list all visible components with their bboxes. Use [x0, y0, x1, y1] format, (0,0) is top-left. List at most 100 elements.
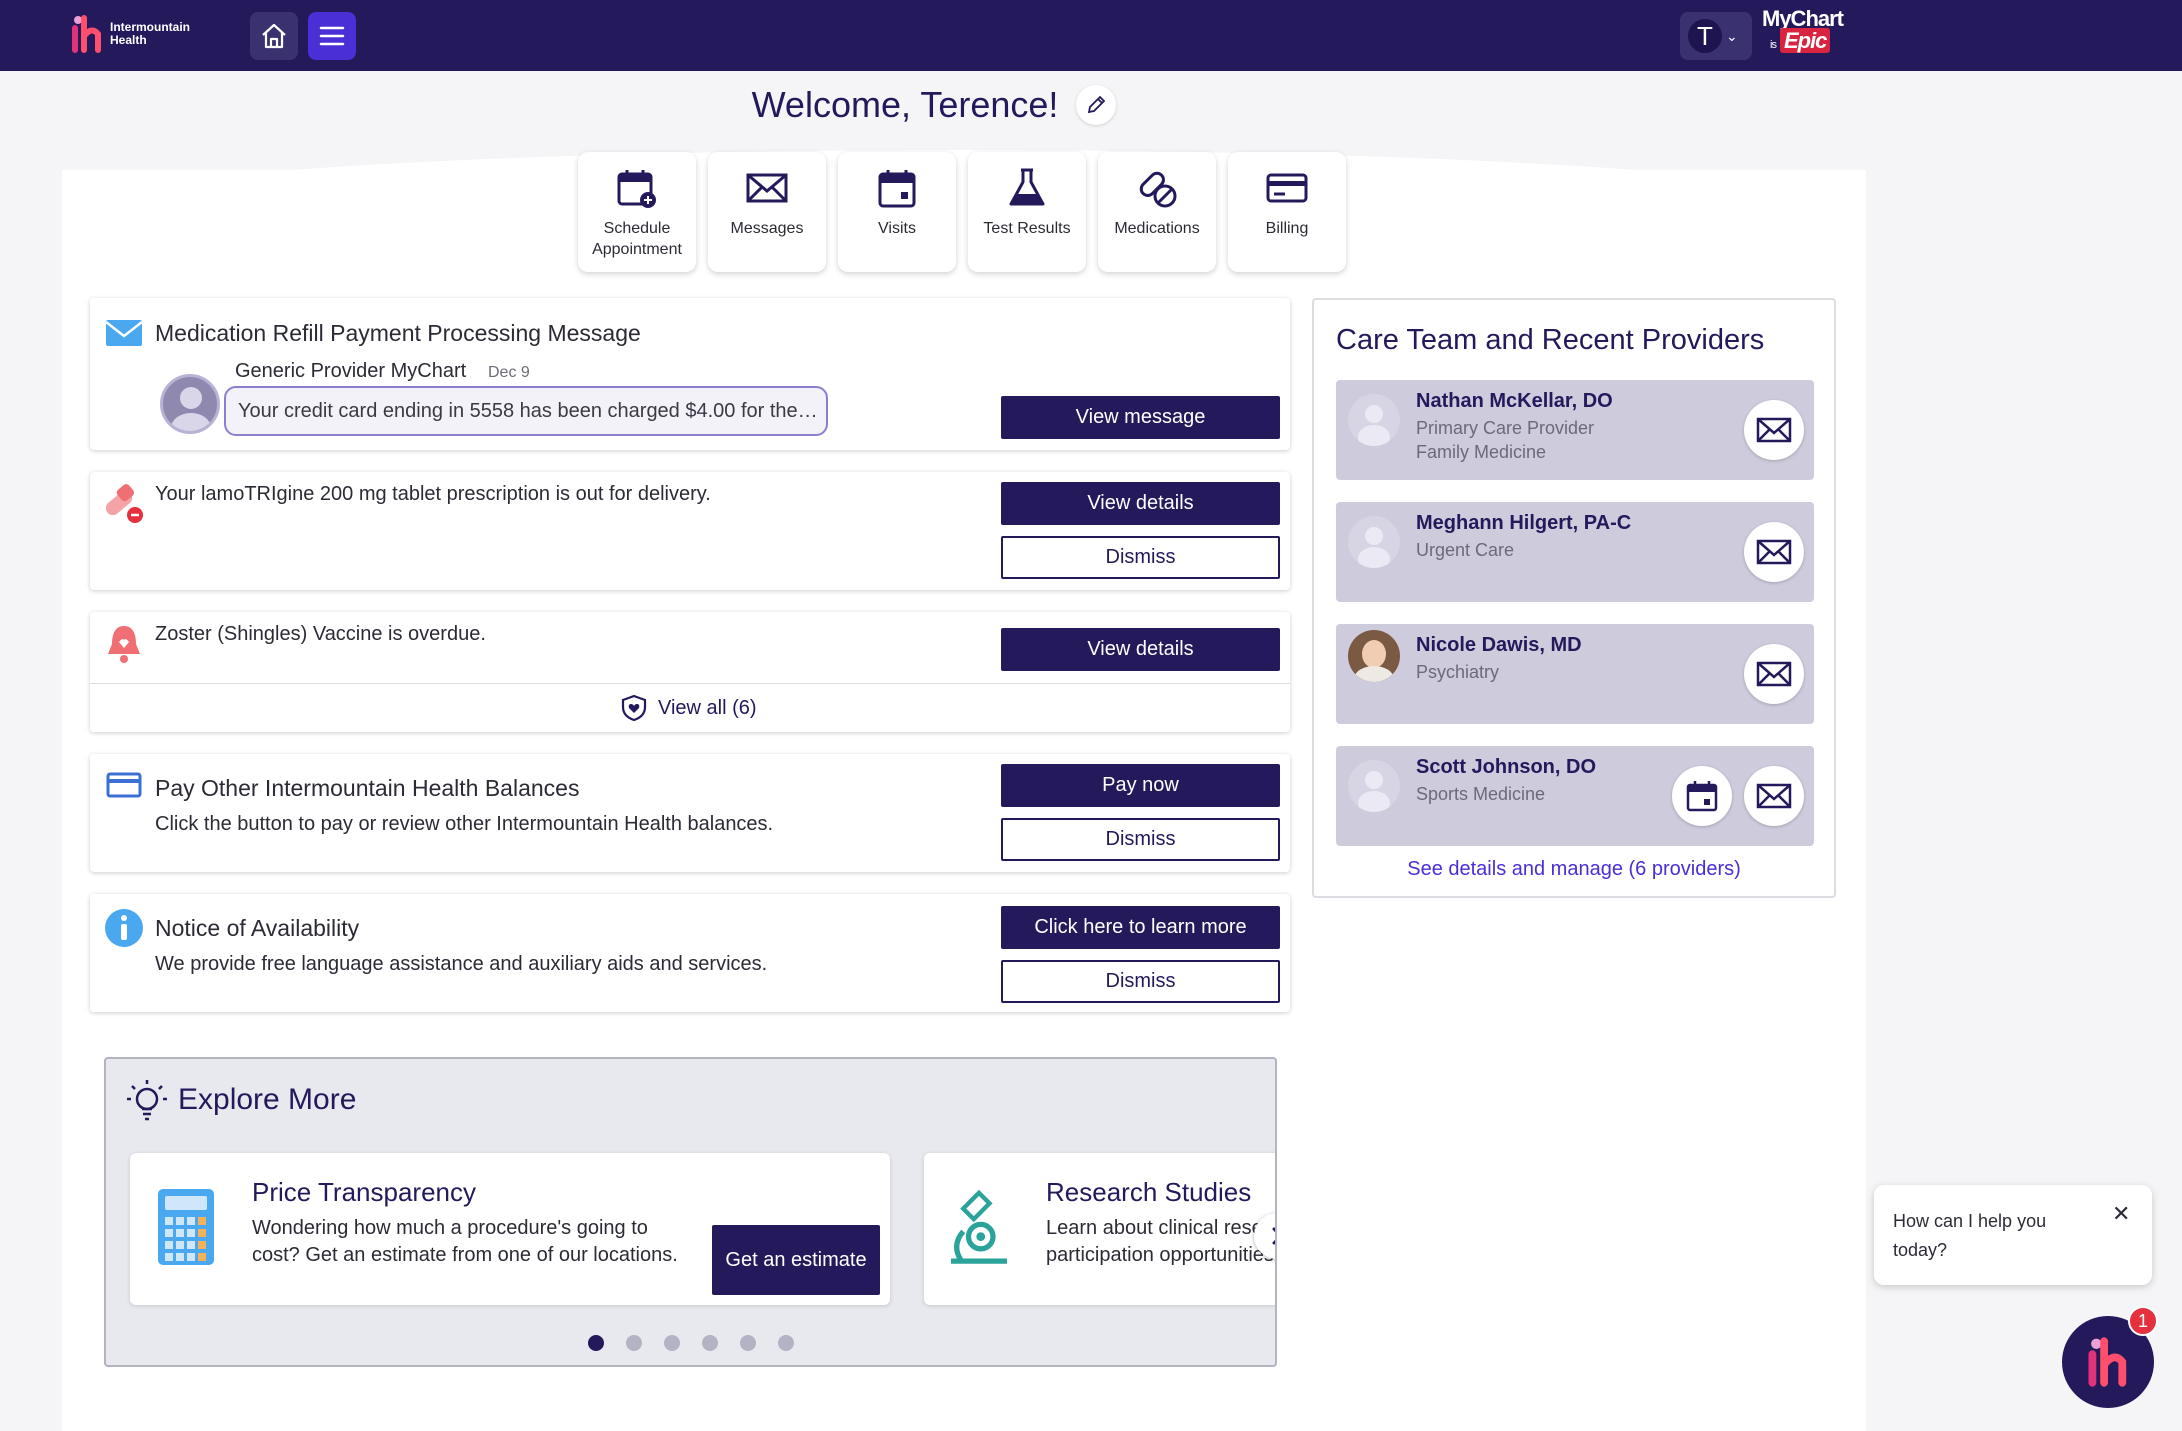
message-preview[interactable]: Your credit card ending in 5558 has been… [224, 386, 828, 436]
envelope-icon [105, 320, 143, 346]
message-sender: Generic Provider MyChart [235, 360, 467, 382]
provider-card[interactable]: Nathan McKellar, DO Primary Care Provide… [1336, 380, 1814, 480]
provider-specialty: Sports Medicine [1416, 784, 1546, 804]
chat-prompt-bubble[interactable]: How can I help you today? ✕ [1874, 1185, 2152, 1285]
mychart-is-label: is [1770, 39, 1777, 51]
pencil-icon [1088, 95, 1106, 114]
provider-specialty: Family Medicine [1416, 442, 1547, 462]
home-icon [262, 23, 286, 49]
message-provider-button[interactable] [1744, 644, 1804, 704]
prescription-card: Your lamoTRIgine 200 mg tablet prescript… [90, 472, 1290, 590]
flask-icon [1009, 168, 1045, 206]
pay-now-button[interactable]: Pay now [1001, 764, 1280, 807]
provider-card[interactable]: Scott Johnson, DO Sports Medicine [1336, 746, 1814, 846]
explore-card-research-studies[interactable]: Research Studies Learn about clinical re… [924, 1153, 1275, 1305]
quicklink-label: Billing [1265, 220, 1309, 237]
carousel-dot[interactable] [588, 1335, 604, 1351]
explore-more-section: Explore More Price Transparency Wonderin… [104, 1057, 1277, 1367]
provider-specialty: Psychiatry [1416, 662, 1500, 682]
learn-more-button[interactable]: Click here to learn more [1001, 906, 1280, 949]
account-avatar: T [1688, 19, 1722, 53]
top-nav-bar: Intermountain Health T ⌄ MyChart is Epic [0, 0, 2182, 71]
vaccine-text: Zoster (Shingles) Vaccine is overdue. [155, 623, 486, 645]
get-estimate-button[interactable]: Get an estimate [712, 1225, 880, 1295]
quicklink-test-results[interactable]: Test Results [968, 152, 1086, 272]
availability-card: Notice of Availability We provide free l… [90, 894, 1290, 1012]
close-icon[interactable]: ✕ [2112, 1201, 2130, 1227]
notification-badge: 1 [2128, 1306, 2158, 1336]
home-button[interactable] [250, 12, 298, 60]
explore-card-title: Price Transparency [252, 1177, 476, 1207]
explore-card-price-transparency[interactable]: Price Transparency Wondering how much a … [130, 1153, 890, 1305]
credit-card-icon [1266, 173, 1308, 203]
provider-name: Scott Johnson, DO [1416, 756, 1596, 778]
provider-specialty: Urgent Care [1416, 540, 1515, 560]
availability-title: Notice of Availability [155, 915, 360, 941]
provider-name: Meghann Hilgert, PA-C [1416, 512, 1632, 534]
view-all-link[interactable]: View all (6) [620, 694, 757, 722]
view-details-button[interactable]: View details [1001, 628, 1280, 671]
message-card: Medication Refill Payment Processing Mes… [90, 298, 1290, 450]
quicklink-label: Test Results [983, 220, 1071, 237]
quicklink-visits[interactable]: Visits [838, 152, 956, 272]
quicklink-medications[interactable]: Medications [1098, 152, 1216, 272]
envelope-icon [1756, 661, 1792, 687]
quick-links: Schedule Appointment Messages Visits Tes… [578, 152, 1346, 272]
explore-card-title: Research Studies [1046, 1177, 1252, 1207]
shield-heart-icon [621, 694, 647, 722]
dismiss-button[interactable]: Dismiss [1001, 818, 1280, 861]
calendar-icon [878, 170, 916, 208]
see-details-manage-link[interactable]: See details and manage (6 providers) [1314, 858, 1834, 881]
provider-card[interactable]: Meghann Hilgert, PA-C Urgent Care [1336, 502, 1814, 602]
message-provider-button[interactable] [1744, 522, 1804, 582]
balances-text: Click the button to pay or review other … [155, 813, 774, 835]
pill-alert-icon [105, 484, 143, 523]
provider-name: Nicole Dawis, MD [1416, 634, 1582, 656]
quicklink-label: Schedule Appointment [592, 220, 682, 258]
message-date: Dec 9 [488, 364, 530, 381]
message-provider-button[interactable] [1744, 400, 1804, 460]
quicklink-schedule-appointment[interactable]: Schedule Appointment [578, 152, 696, 272]
card-divider [90, 683, 1290, 684]
vaccine-card: Zoster (Shingles) Vaccine is overdue. Vi… [90, 612, 1290, 732]
provider-avatar [1348, 516, 1400, 568]
availability-text: We provide free language assistance and … [155, 953, 768, 975]
sender-avatar [160, 374, 220, 434]
carousel-pagination [588, 1335, 794, 1351]
hamburger-menu-icon [319, 26, 345, 46]
account-menu-button[interactable]: T ⌄ [1680, 12, 1752, 60]
envelope-icon [1756, 417, 1792, 443]
provider-role: Primary Care Provider [1416, 418, 1595, 438]
microscope-icon [951, 1189, 1007, 1264]
message-title: Medication Refill Payment Processing Mes… [155, 320, 641, 346]
provider-avatar [1348, 394, 1400, 446]
provider-card[interactable]: Nicole Dawis, MD Psychiatry [1336, 624, 1814, 724]
welcome-title: Welcome, Terence! [751, 84, 1059, 125]
view-details-button[interactable]: View details [1001, 482, 1280, 525]
carousel-dot[interactable] [626, 1335, 642, 1351]
carousel-dot[interactable] [740, 1335, 756, 1351]
dismiss-button[interactable]: Dismiss [1001, 536, 1280, 579]
carousel-dot[interactable] [778, 1335, 794, 1351]
edit-name-button[interactable] [1076, 85, 1117, 125]
intermountain-logo[interactable]: Intermountain Health [70, 14, 190, 54]
schedule-with-provider-button[interactable] [1672, 766, 1732, 826]
calculator-icon [158, 1189, 214, 1265]
chevron-down-icon: ⌄ [1726, 27, 1738, 44]
explore-more-title: Explore More [178, 1083, 357, 1116]
carousel-dot[interactable] [664, 1335, 680, 1351]
quicklink-messages[interactable]: Messages [708, 152, 826, 272]
main-menu-button[interactable] [308, 12, 356, 60]
bell-alert-icon [108, 626, 140, 663]
provider-photo [1348, 630, 1400, 682]
envelope-icon [1756, 783, 1792, 809]
balances-card: Pay Other Intermountain Health Balances … [90, 754, 1290, 872]
message-provider-button[interactable] [1744, 766, 1804, 826]
provider-avatar [1348, 760, 1400, 812]
dismiss-button[interactable]: Dismiss [1001, 960, 1280, 1003]
credit-card-icon [106, 772, 142, 798]
carousel-dot[interactable] [702, 1335, 718, 1351]
chat-prompt-text: How can I help you today? [1893, 1211, 2047, 1260]
view-message-button[interactable]: View message [1001, 396, 1280, 439]
quicklink-billing[interactable]: Billing [1228, 152, 1346, 272]
